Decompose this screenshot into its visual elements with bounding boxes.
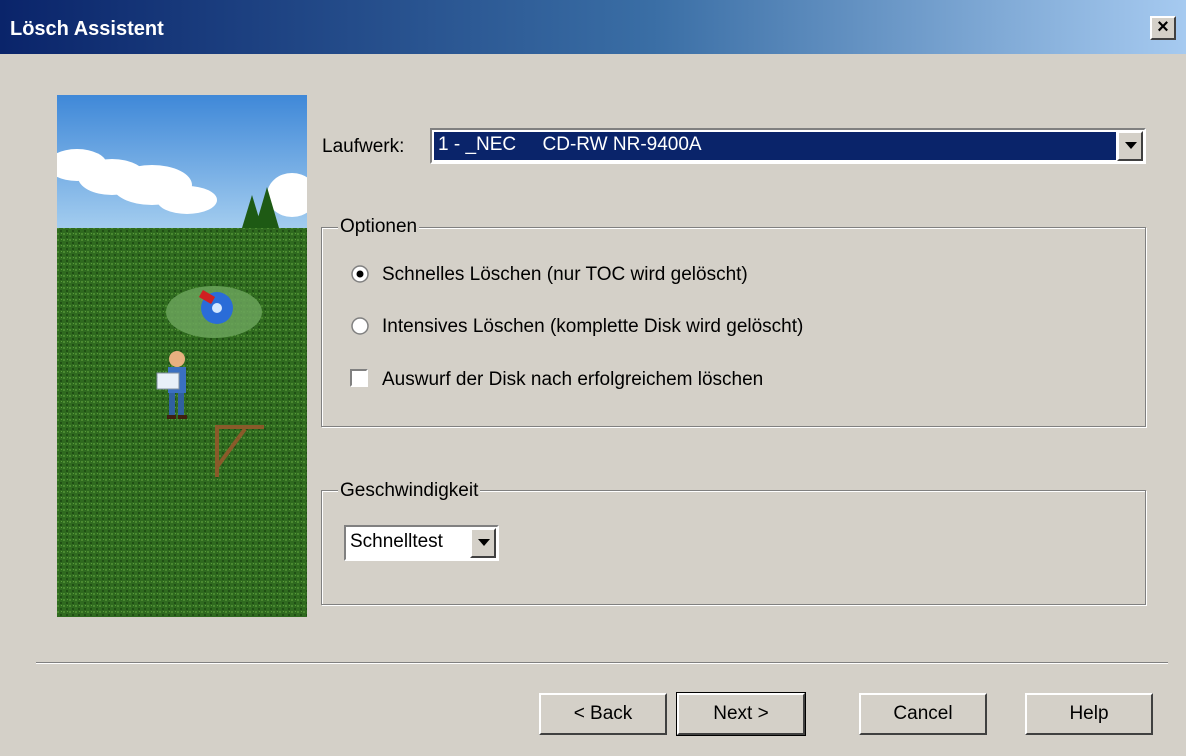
chevron-down-icon [1125,142,1137,149]
radio-quick-erase[interactable] [351,265,369,283]
close-icon: × [1157,16,1169,38]
separator [36,662,1168,664]
drive-label: Laufwerk: [322,136,405,157]
drive-dropdown-button[interactable] [1117,131,1143,161]
options-legend: Optionen [338,216,420,238]
cancel-button[interactable]: Cancel [859,693,987,735]
chevron-down-icon [478,539,490,546]
speed-select[interactable]: Schnelltest [344,525,499,561]
speed-dropdown-button[interactable] [470,528,496,558]
wizard-illustration [57,95,307,617]
title-bar[interactable]: Lösch Assistent × [0,0,1186,54]
radio-full-erase[interactable] [351,317,369,335]
next-button[interactable]: Next > [676,692,806,736]
radio-quick-erase-label[interactable]: Schnelles Löschen (nur TOC wird gelöscht… [382,264,748,286]
eject-checkbox[interactable] [350,369,368,387]
drive-select[interactable]: 1 - _NEC CD-RW NR-9400A [430,128,1146,164]
close-button[interactable]: × [1150,16,1176,40]
drive-select-value: 1 - _NEC CD-RW NR-9400A [434,132,1116,160]
window-title: Lösch Assistent [10,18,164,40]
radio-full-erase-label[interactable]: Intensives Löschen (komplette Disk wird … [382,316,803,338]
erase-wizard-window: Lösch Assistent × Laufwerk: 1 - _NEC CD-… [0,0,1186,756]
help-button[interactable]: Help [1025,693,1153,735]
speed-legend: Geschwindigkeit [338,480,481,502]
speed-select-value: Schnelltest [350,531,443,552]
back-button[interactable]: < Back [539,693,667,735]
eject-checkbox-label[interactable]: Auswurf der Disk nach erfolgreichem lösc… [382,369,763,391]
